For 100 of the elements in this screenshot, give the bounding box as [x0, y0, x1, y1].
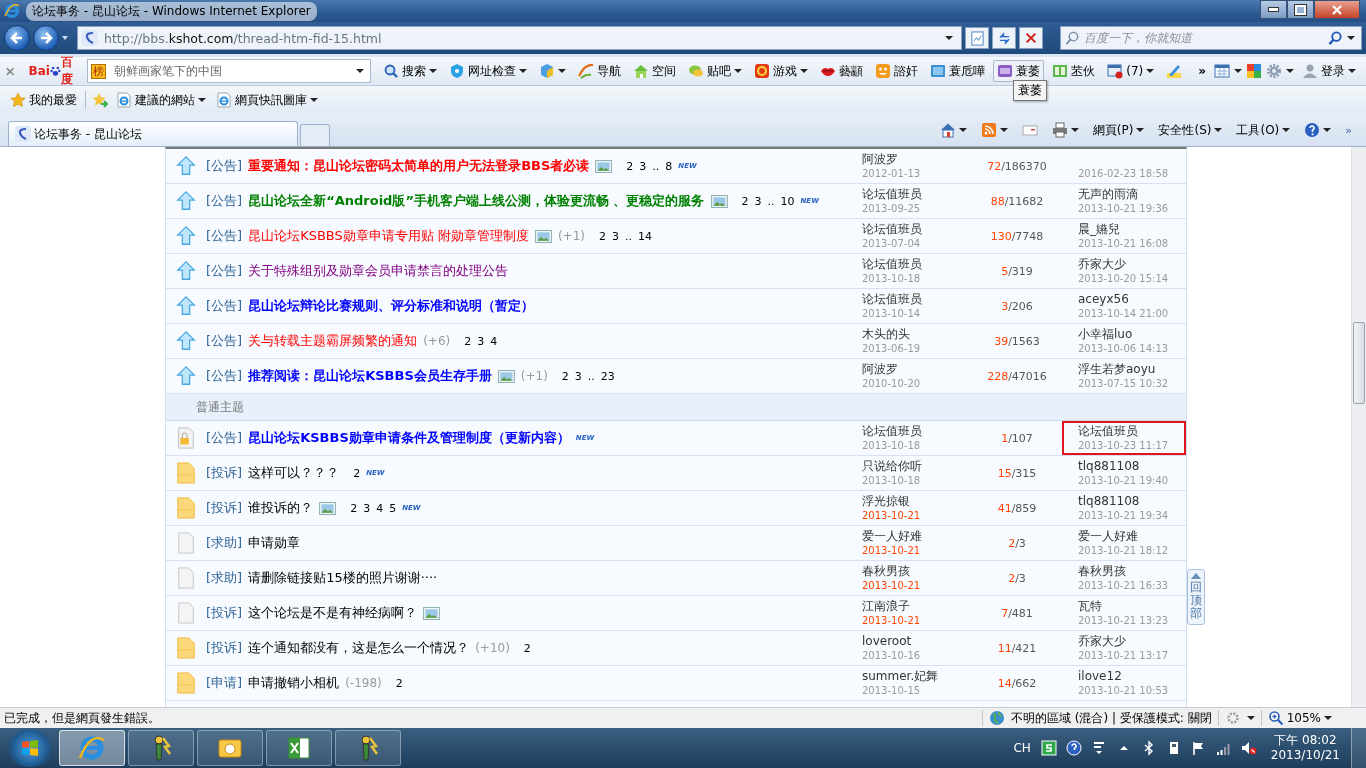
author-name[interactable]: 只说给你听 — [862, 458, 972, 474]
thread-title-link[interactable]: 昆山论坛KSBBS勋章申请专用贴 附勋章管理制度 — [248, 227, 529, 245]
caret-icon[interactable] — [310, 98, 318, 102]
caret-icon[interactable] — [1246, 716, 1255, 720]
last-poster[interactable]: 爱一人好难 — [1078, 528, 1184, 544]
command-button[interactable]: 工具(O) — [1230, 118, 1297, 142]
thread-title-link[interactable]: 申请撤销小相机 — [248, 674, 340, 692]
help-icon[interactable] — [1065, 740, 1082, 756]
page-link[interactable]: 10 — [780, 194, 795, 208]
last-poster[interactable]: aceyx56 — [1078, 291, 1184, 307]
favorites-button[interactable]: 我的最愛 — [8, 89, 79, 111]
thread-title-link[interactable]: 关于特殊组别及勋章会员申请禁言的处理公告 — [248, 262, 509, 280]
author-name[interactable]: loveroot — [862, 633, 972, 649]
page-link[interactable]: 3 — [477, 334, 485, 348]
category-tag[interactable]: [公告] — [206, 157, 243, 175]
page-link[interactable]: 3 — [612, 229, 619, 243]
clock[interactable]: 下午 08:02 2013/10/21 — [1262, 733, 1348, 763]
s-tile-icon[interactable] — [1040, 740, 1057, 756]
page-link[interactable]: 3 — [639, 159, 647, 173]
category-tag[interactable]: [公告] — [206, 262, 243, 280]
page-link[interactable]: .. — [587, 369, 595, 383]
category-tag[interactable]: [求助] — [206, 534, 243, 552]
caret-icon[interactable] — [1146, 69, 1155, 73]
last-poster[interactable]: 瓦特 — [1078, 598, 1184, 614]
author-name[interactable]: 论坛值班员 — [862, 256, 972, 272]
command-button[interactable]: 網頁(P) — [1086, 118, 1151, 142]
author-name[interactable]: 阿波罗 — [862, 361, 972, 377]
last-poster[interactable]: 小幸福luo — [1078, 326, 1184, 342]
author-name[interactable]: 阿波罗 — [862, 151, 972, 167]
muted-speaker-icon[interactable] — [1240, 740, 1257, 756]
category-tag[interactable]: [求助] — [206, 569, 243, 587]
thread-title-link[interactable]: 这样可以？？？ — [248, 464, 340, 482]
refresh-button[interactable] — [992, 27, 1016, 49]
author-name[interactable]: 江南浪子 — [862, 598, 972, 614]
stop-button[interactable] — [1019, 27, 1043, 49]
caret-icon[interactable] — [945, 36, 953, 40]
page-link[interactable]: 3 — [754, 194, 762, 208]
author-name[interactable]: 爱一人好难 — [862, 528, 972, 544]
page-link[interactable]: 4 — [376, 501, 384, 515]
author-name[interactable]: 论坛值班员 — [862, 291, 972, 307]
category-tag[interactable]: [投诉] — [206, 464, 243, 482]
caret-icon[interactable] — [958, 128, 967, 132]
caret-icon[interactable] — [1286, 69, 1294, 73]
category-tag[interactable]: [公告] — [206, 297, 243, 315]
toolbar-button[interactable]: 苤伙 — [1048, 60, 1100, 82]
last-poster[interactable]: 春秋男孩 — [1078, 563, 1184, 579]
author-name[interactable]: summer.妃舞 — [862, 668, 972, 684]
overflow-button[interactable]: » — [1194, 60, 1210, 82]
overflow-button[interactable]: » — [1339, 118, 1358, 142]
page-link[interactable]: 23 — [600, 369, 615, 383]
page-link[interactable]: 14 — [638, 229, 652, 243]
thread-title-link[interactable]: 关与转载主题霸屏频繁的通知 — [248, 332, 418, 350]
caret-icon[interactable] — [198, 98, 206, 102]
toolbar-button[interactable]: 游戏 — [750, 60, 813, 82]
language-indicator[interactable]: CH — [1013, 741, 1031, 755]
page-link[interactable]: 2 — [353, 466, 361, 480]
page-link[interactable]: 8 — [665, 159, 673, 173]
caret-icon[interactable] — [1214, 128, 1223, 132]
author-name[interactable]: 论坛值班员 — [862, 423, 972, 439]
page-link[interactable]: .. — [652, 159, 660, 173]
page-link[interactable]: 5 — [389, 501, 397, 515]
last-poster[interactable]: 无声的雨滴 — [1078, 186, 1184, 202]
caret-icon[interactable] — [1070, 128, 1079, 132]
favorites-link[interactable]: 網頁快訊圖庫 — [214, 89, 320, 111]
thread-title-link[interactable]: 请删除链接贴15楼的照片谢谢···· — [248, 569, 438, 587]
thread-title-link[interactable]: 谁投诉的？ — [248, 499, 314, 517]
caret-icon[interactable] — [1347, 36, 1355, 40]
close-icon[interactable] — [6, 66, 15, 76]
author-name[interactable]: 春秋男孩 — [862, 563, 972, 579]
page-link[interactable]: 2 — [741, 194, 749, 208]
page-link[interactable]: 2 — [561, 369, 569, 383]
favorites-link[interactable]: 建議的網站 — [114, 89, 208, 111]
author-name[interactable]: 浮光掠银 — [862, 493, 972, 509]
caret-icon[interactable] — [734, 69, 743, 73]
thread-title-link[interactable]: 昆山论坛KSBBS勋章申请条件及管理制度（更新内容） — [248, 429, 570, 447]
zoom-button[interactable]: 105% — [1267, 710, 1362, 726]
taskbar-app-button[interactable] — [266, 730, 332, 766]
caret-icon[interactable] — [356, 69, 365, 73]
last-poster[interactable]: tlq881108 — [1078, 458, 1184, 474]
search-field[interactable]: 百度一下，你就知道 — [1084, 31, 1324, 45]
caret-icon[interactable] — [999, 128, 1008, 132]
taskbar-app-button[interactable] — [197, 730, 263, 766]
command-button[interactable]: 安全性(S) — [1152, 118, 1229, 142]
toolbar-button[interactable]: 諮奸 — [871, 60, 923, 82]
thread-title-link[interactable]: 这个论坛是不是有神经病啊？ — [248, 604, 418, 622]
compatibility-button[interactable] — [965, 27, 989, 49]
restore-button[interactable] — [1287, 0, 1314, 19]
toolbar-button[interactable]: (7) — [1103, 60, 1159, 82]
caret-icon[interactable] — [1234, 69, 1242, 73]
login-button[interactable]: 登录 — [1298, 60, 1360, 82]
toolbar-button[interactable]: 蓑萎 — [993, 60, 1045, 82]
caret-icon[interactable] — [1323, 128, 1332, 132]
caret-icon[interactable] — [1348, 69, 1356, 73]
page-link[interactable]: 3 — [363, 501, 371, 515]
thread-title-link[interactable]: 昆山论坛辩论比赛规则、评分标准和说明（暂定） — [248, 297, 535, 315]
author-name[interactable]: 论坛值班员 — [862, 221, 972, 237]
category-tag[interactable]: [公告] — [206, 429, 243, 447]
back-button[interactable] — [4, 25, 30, 51]
thread-title-link[interactable]: 昆山论坛全新“Android版”手机客户端上线公测，体验更流畅 、更稳定的服务 — [248, 192, 705, 210]
category-tag[interactable]: [公告] — [206, 227, 243, 245]
